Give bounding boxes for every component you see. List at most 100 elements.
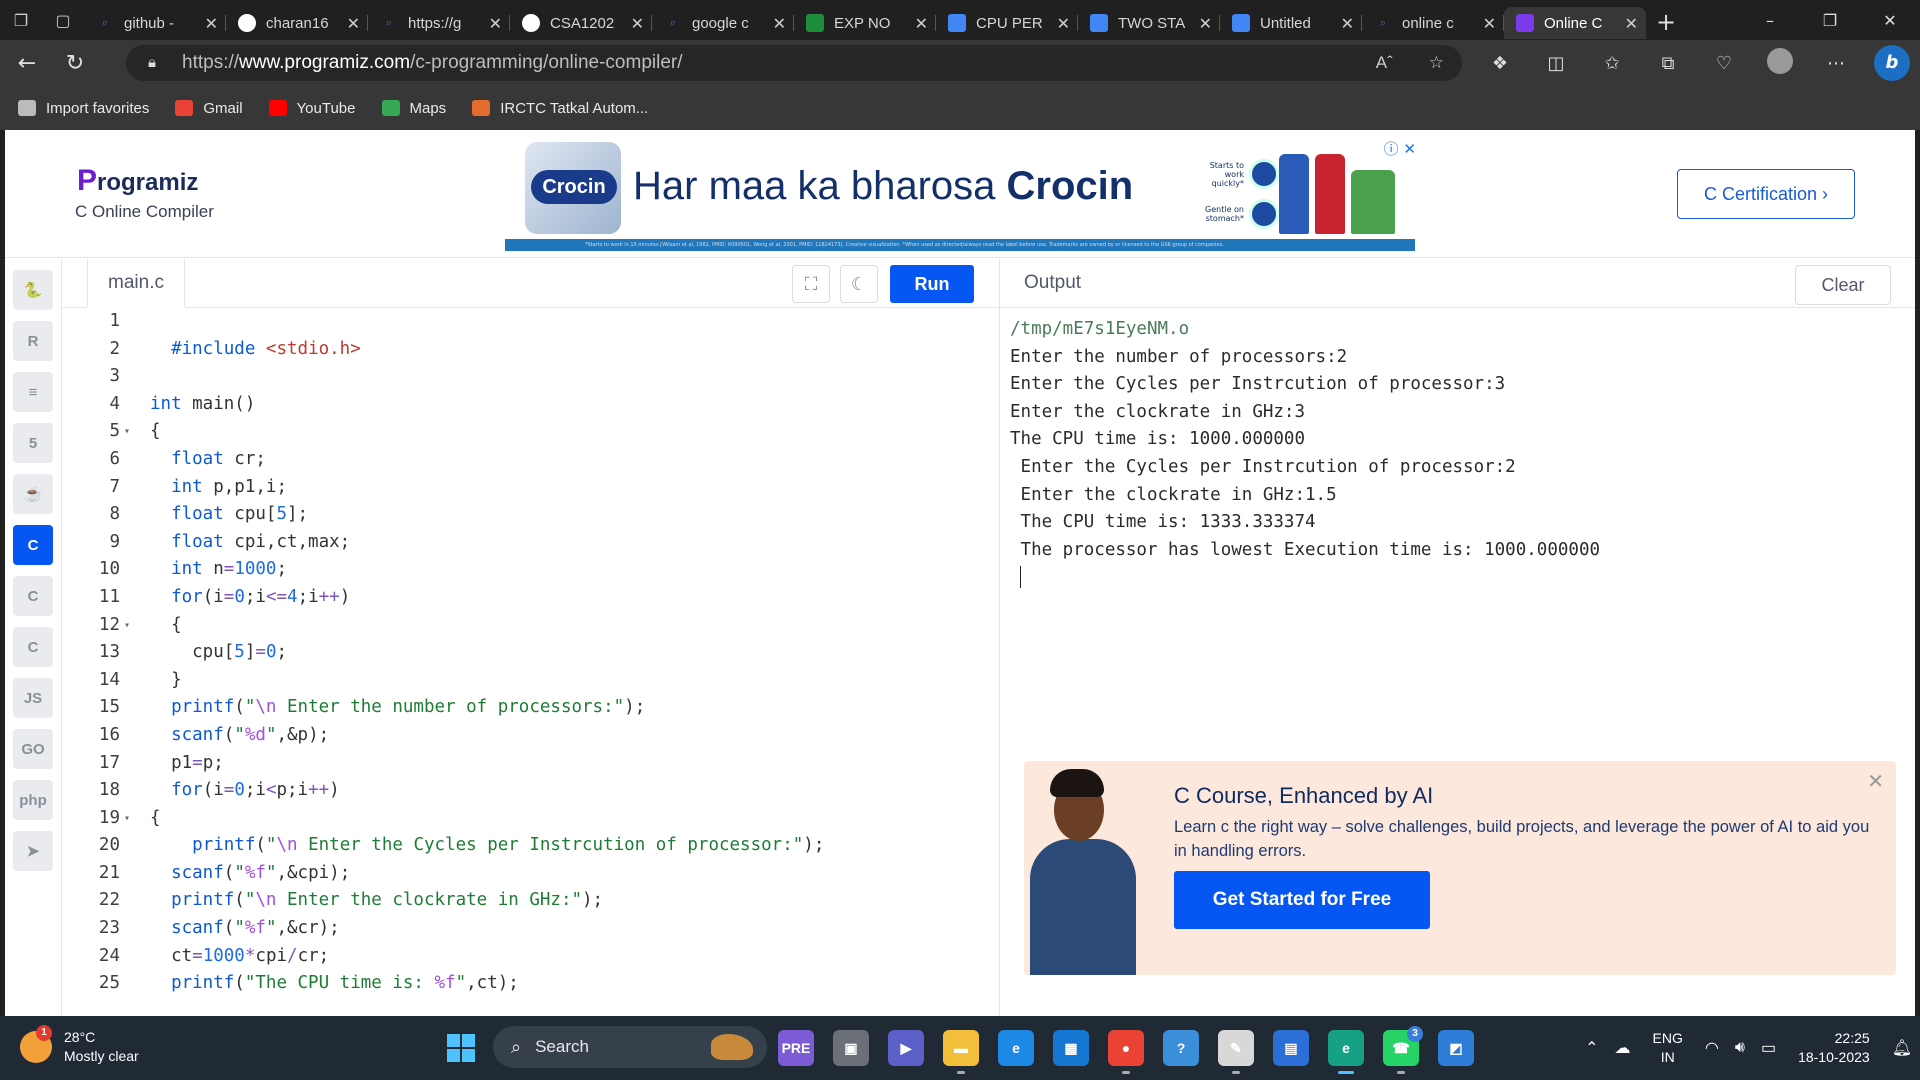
fold-toggle-icon[interactable] bbox=[124, 501, 132, 529]
java-icon[interactable]: ☕ bbox=[13, 474, 53, 514]
clock[interactable]: 22:25 18-10-2023 bbox=[1798, 1029, 1870, 1067]
get-started-button[interactable]: Get Started for Free bbox=[1174, 871, 1430, 929]
tab-close-icon[interactable]: ✕ bbox=[489, 14, 502, 33]
fold-toggle-icon[interactable] bbox=[124, 887, 132, 915]
tab-close-icon[interactable]: ✕ bbox=[631, 14, 644, 33]
ms-store-icon[interactable]: ▤ bbox=[1273, 1030, 1309, 1066]
favorite-item[interactable]: Import favorites bbox=[18, 100, 149, 117]
onedrive-icon[interactable]: ☁ bbox=[1615, 1038, 1631, 1058]
browser-tab[interactable]: ⌕ online c ✕ bbox=[1362, 7, 1504, 39]
programiz-logo[interactable]: Programiz bbox=[77, 164, 198, 198]
fold-toggle-icon[interactable] bbox=[124, 832, 132, 860]
fold-toggle-icon[interactable] bbox=[124, 970, 132, 998]
fullscreen-icon[interactable]: ⛶ bbox=[792, 265, 830, 303]
tab-close-icon[interactable]: ✕ bbox=[1625, 14, 1638, 33]
new-tab-button[interactable]: + bbox=[1646, 8, 1686, 36]
tab-close-icon[interactable]: ✕ bbox=[1483, 14, 1496, 33]
fold-toggle-icon[interactable] bbox=[124, 639, 132, 667]
browser-essentials-icon[interactable]: ♡ bbox=[1696, 53, 1752, 74]
taskbar-search[interactable]: ⌕ Search bbox=[493, 1026, 767, 1068]
favorite-item[interactable]: Maps bbox=[381, 100, 446, 117]
fold-toggle-icon[interactable] bbox=[124, 694, 132, 722]
browser-tab[interactable]: EXP NO ✕ bbox=[794, 7, 936, 39]
file-tab-main-c[interactable]: main.c bbox=[87, 259, 185, 308]
profile-avatar[interactable] bbox=[1752, 47, 1808, 79]
fold-toggle-icon[interactable] bbox=[124, 474, 132, 502]
clear-button[interactable]: Clear bbox=[1795, 265, 1891, 305]
split-screen-icon[interactable]: ◫ bbox=[1528, 53, 1584, 74]
tab-close-icon[interactable]: ✕ bbox=[205, 14, 218, 33]
tab-close-icon[interactable]: ✕ bbox=[1341, 14, 1354, 33]
workspaces-icon[interactable]: ❐ bbox=[0, 0, 42, 40]
file-explorer-icon[interactable]: ▬ bbox=[943, 1030, 979, 1074]
fold-toggle-icon[interactable] bbox=[124, 722, 132, 750]
back-button[interactable]: ← bbox=[6, 45, 48, 81]
fold-toggle-icon[interactable] bbox=[124, 777, 132, 805]
fold-toggle-icon[interactable] bbox=[124, 529, 132, 557]
copilot-icon[interactable]: b bbox=[1864, 45, 1920, 81]
refresh-button[interactable]: ↻ bbox=[54, 45, 96, 81]
browser-tab[interactable]: CSA1202 ✕ bbox=[510, 7, 652, 39]
favorite-item[interactable]: IRCTC Tatkal Autom... bbox=[472, 100, 648, 117]
c-icon[interactable]: C bbox=[13, 525, 53, 565]
promo-close-icon[interactable]: ✕ bbox=[1867, 769, 1884, 793]
fold-toggle-icon[interactable]: ▾ bbox=[124, 418, 132, 446]
certification-button[interactable]: C Certification › bbox=[1677, 169, 1855, 219]
read-aloud-icon[interactable]: Aˆ bbox=[1376, 53, 1393, 73]
fold-toggle-icon[interactable] bbox=[124, 667, 132, 695]
favorite-item[interactable]: Gmail bbox=[175, 100, 243, 117]
favorite-star-icon[interactable]: ☆ bbox=[1429, 53, 1444, 73]
start-icon[interactable] bbox=[447, 1034, 475, 1062]
whatsapp-icon[interactable]: ☎ 3 bbox=[1383, 1026, 1423, 1074]
favorites-icon[interactable]: ✩ bbox=[1584, 53, 1640, 74]
fold-toggle-icon[interactable] bbox=[124, 446, 132, 474]
volume-icon[interactable]: 🔊︎ bbox=[1735, 1039, 1745, 1057]
browser-tab[interactable]: charan16 ✕ bbox=[226, 7, 368, 39]
fold-toggle-icon[interactable] bbox=[124, 860, 132, 888]
fold-toggle-icon[interactable] bbox=[124, 915, 132, 943]
battery-icon[interactable]: ▭ bbox=[1761, 1038, 1776, 1058]
tab-close-icon[interactable]: ✕ bbox=[1057, 14, 1070, 33]
browser-tab[interactable]: Online C ✕ bbox=[1504, 7, 1646, 39]
fold-toggle-icon[interactable] bbox=[124, 391, 132, 419]
browser-tab[interactable]: Untitled ✕ bbox=[1220, 7, 1362, 39]
widgets-icon[interactable]: PRE bbox=[778, 1030, 814, 1066]
php-icon[interactable]: php bbox=[13, 780, 53, 820]
url-field[interactable]: 🔒︎ https://www.programiz.com/c-programmi… bbox=[126, 45, 1462, 81]
fold-toggle-icon[interactable] bbox=[124, 556, 132, 584]
code-area[interactable]: 12 #include <stdio.h> 3 4 int main() 5 ▾{6 fl… bbox=[62, 308, 987, 1016]
browser-tab[interactable]: ⌕ google c ✕ bbox=[652, 7, 794, 39]
cpp-icon[interactable]: C bbox=[13, 576, 53, 616]
js-icon[interactable]: JS bbox=[13, 678, 53, 718]
tab-close-icon[interactable]: ✕ bbox=[1199, 14, 1212, 33]
task-view-icon[interactable]: ▣ bbox=[833, 1030, 869, 1066]
tab-actions-icon[interactable]: ▢ bbox=[42, 0, 84, 40]
browser-tab[interactable]: TWO STA ✕ bbox=[1078, 7, 1220, 39]
chrome-icon[interactable]: ● bbox=[1108, 1030, 1144, 1074]
swift-icon[interactable]: ➤ bbox=[13, 831, 53, 871]
output-console[interactable]: /tmp/mE7s1EyeNM.o Enter the number of pro… bbox=[1010, 316, 1900, 592]
store-icon[interactable]: ▦ bbox=[1053, 1030, 1089, 1066]
show-hidden-icons-icon[interactable]: ⌃ bbox=[1585, 1038, 1598, 1058]
fold-toggle-icon[interactable] bbox=[124, 750, 132, 778]
collections-icon[interactable]: ⧉ bbox=[1640, 53, 1696, 74]
python-icon[interactable]: 🐍 bbox=[13, 270, 53, 310]
restore-button[interactable]: ❐ bbox=[1800, 0, 1860, 40]
fold-toggle-icon[interactable] bbox=[124, 308, 132, 336]
fold-toggle-icon[interactable] bbox=[124, 584, 132, 612]
browser-tab[interactable]: ⌕ https://g ✕ bbox=[368, 7, 510, 39]
run-button[interactable]: Run bbox=[890, 265, 974, 303]
close-window-button[interactable]: ✕ bbox=[1860, 0, 1920, 40]
fold-toggle-icon[interactable] bbox=[124, 336, 132, 364]
extensions-icon[interactable]: ❖ bbox=[1472, 53, 1528, 74]
go-icon[interactable]: GO bbox=[13, 729, 53, 769]
notifications-icon[interactable]: 🔔︎ bbox=[1892, 1038, 1912, 1058]
browser-tab[interactable]: ⌕ github - ✕ bbox=[84, 7, 226, 39]
csharp-icon[interactable]: C bbox=[13, 627, 53, 667]
output-cursor[interactable] bbox=[1010, 564, 1900, 592]
notepad-icon[interactable]: ✎ bbox=[1218, 1030, 1254, 1074]
browser-tab[interactable]: CPU PER ✕ bbox=[936, 7, 1078, 39]
tab-close-icon[interactable]: ✕ bbox=[915, 14, 928, 33]
tab-close-icon[interactable]: ✕ bbox=[773, 14, 786, 33]
language-indicator[interactable]: ENG IN bbox=[1653, 1029, 1683, 1067]
